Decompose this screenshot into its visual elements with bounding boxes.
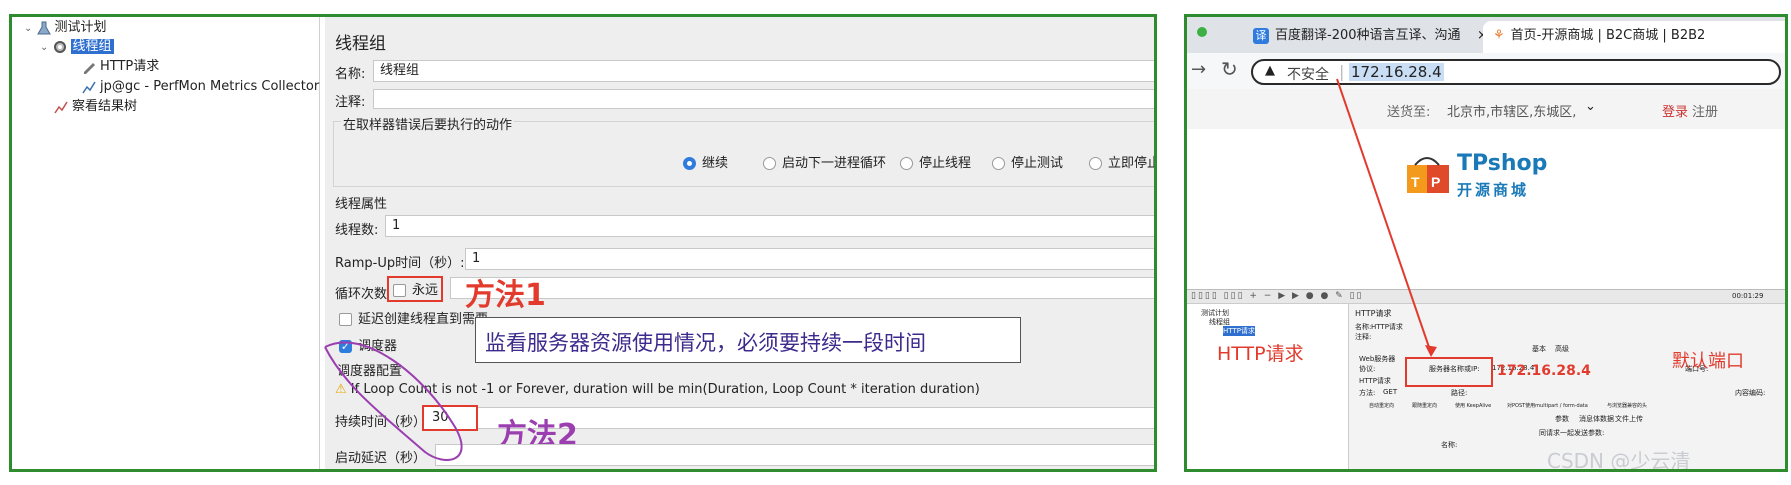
test-plan-tree: ⌄ 测试计划 ⌄ 线程组 HTTP请求 jp@gc - PerfMon Metr…: [12, 17, 320, 469]
radio-icon: [992, 157, 1005, 170]
annotation-method1: 方法1: [465, 278, 546, 313]
loop-count-input[interactable]: [450, 277, 1154, 299]
radio-icon: [1089, 157, 1102, 170]
tree-item-http-request[interactable]: HTTP请求: [82, 58, 159, 76]
loop-count-label: 循环次数: [335, 287, 388, 302]
radio-label: 启动下一进程循环: [782, 156, 887, 171]
startup-delay-input[interactable]: [435, 444, 1154, 466]
radio-start-next-loop[interactable]: 启动下一进程循环: [763, 156, 886, 172]
jmeter-thread-group-panel: ⌄ 测试计划 ⌄ 线程组 HTTP请求 jp@gc - PerfMon Metr…: [9, 14, 1157, 472]
collapse-arrow-icon[interactable]: ⌄: [24, 23, 32, 34]
radio-label: 停止线程: [919, 156, 972, 171]
radio-stop-now[interactable]: 立即停止: [1089, 156, 1157, 172]
test-plan-icon: [36, 21, 51, 35]
thread-count-input[interactable]: 1: [385, 215, 1154, 237]
comment-label: 注释:: [335, 95, 366, 110]
error-action-title: 在取样器错误后要执行的动作: [341, 114, 515, 133]
tree-item-label: 线程组: [70, 39, 114, 54]
radio-stop-thread[interactable]: 停止线程: [900, 156, 971, 172]
chart-icon: [54, 100, 68, 114]
tree-item-thread-group[interactable]: ⌄ 线程组: [40, 38, 114, 56]
radio-label: 停止测试: [1011, 156, 1064, 171]
chart-icon: [82, 80, 96, 94]
checkbox-label: 永远: [412, 283, 439, 298]
radio-label: 继续: [702, 156, 729, 171]
thread-group-form: 线程组 名称: 线程组 注释: 在取样器错误后要执行的动作 继续 启动下一进程循…: [324, 17, 1157, 469]
checkbox-icon: [393, 284, 406, 297]
comment-input[interactable]: [373, 89, 1154, 109]
pen-icon: [82, 60, 96, 74]
tree-item-view-results[interactable]: 察看结果树: [54, 98, 137, 116]
tree-item-test-plan[interactable]: ⌄ 测试计划: [24, 19, 107, 37]
annotation-purple-circle: [324, 341, 463, 461]
thread-props-title: 线程属性: [335, 197, 388, 212]
radio-label: 立即停止: [1108, 156, 1157, 171]
name-label: 名称:: [335, 67, 366, 82]
radio-stop-test[interactable]: 停止测试: [992, 156, 1063, 172]
browser-and-jmeter-panel: 译百度翻译-200种语言互译、沟通 × ⚘首页-开源商城 | B2C商城 | B…: [1184, 14, 1788, 472]
rampup-input[interactable]: 1: [465, 248, 1154, 270]
annotation-note: 监看服务器资源使用情况，必须要持续一段时间: [485, 331, 926, 355]
radio-icon: [900, 157, 913, 170]
collapse-arrow-icon[interactable]: ⌄: [40, 42, 48, 53]
gear-icon: [53, 40, 67, 54]
tree-item-label: HTTP请求: [100, 59, 160, 74]
radio-selected-icon: [683, 157, 696, 170]
rampup-label: Ramp-Up时间（秒）:: [335, 256, 465, 271]
tree-item-perfmon[interactable]: jp@gc - PerfMon Metrics Collector: [82, 78, 319, 96]
tree-item-label: 测试计划: [54, 20, 107, 35]
page-title: 线程组: [335, 34, 386, 54]
tree-item-label: 察看结果树: [72, 99, 138, 114]
radio-icon: [763, 157, 776, 170]
name-input[interactable]: 线程组: [373, 60, 1154, 82]
annotation-arrow: [1336, 78, 1437, 357]
thread-count-label: 线程数:: [335, 223, 379, 238]
radio-continue[interactable]: 继续: [683, 156, 728, 172]
csdn-watermark: CSDN @少云清: [1547, 449, 1691, 472]
loop-forever-checkbox[interactable]: 永远: [393, 283, 438, 299]
tree-item-label: jp@gc - PerfMon Metrics Collector: [100, 79, 320, 94]
